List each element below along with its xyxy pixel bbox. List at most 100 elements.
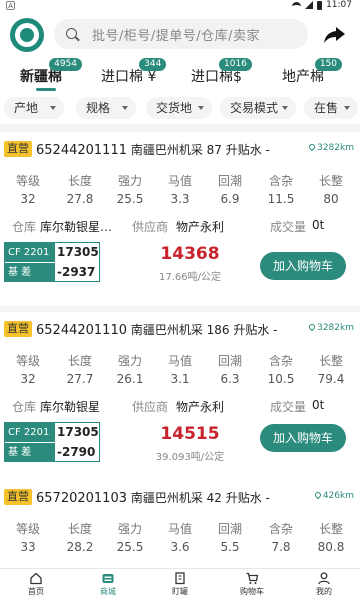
metric-label: 强力: [117, 522, 142, 536]
app-screen: A 11:07 批号/柜号/提单号/仓库/卖家 新疆棉 4954 进口棉 ¥ 3…: [0, 0, 360, 600]
contract-label: CF 2201: [5, 423, 55, 442]
metric-label: 回潮: [217, 174, 242, 188]
metric-label: 强力: [117, 354, 142, 368]
share-icon[interactable]: [322, 22, 348, 48]
weight-per-unit: 39.093吨/公定: [155, 452, 225, 463]
metric-value: 7.8: [271, 540, 291, 554]
contract-value: 17305: [57, 245, 99, 259]
tab-label: 进口棉$: [191, 69, 242, 85]
add-to-cart-button[interactable]: 加入购物车: [260, 252, 346, 280]
battery-icon: [317, 0, 323, 10]
filter-on-sale[interactable]: 在售: [304, 97, 358, 119]
metric-moisture: 回潮 5.5: [204, 520, 256, 554]
metric-value: 27.7: [66, 372, 94, 386]
quality-metrics: 等级 32 长度 27.7 强力 26.1 马值 3.1 回潮 6.3 含杂 10.5 长整…: [0, 352, 360, 390]
contract-row: CF 2201 17305: [5, 243, 101, 262]
metric-label: 长度: [67, 174, 92, 188]
volume-label: 成交量: [270, 220, 307, 234]
price: 14368: [160, 244, 220, 264]
tab-domestic-cotton[interactable]: 地产棉 150: [282, 58, 342, 86]
supplier-value: 物产永利: [176, 220, 225, 234]
tab-count-badge: 344: [139, 58, 167, 71]
metric-micronaire: 马值 3.1: [154, 352, 206, 386]
filter-spec[interactable]: 规格: [76, 97, 136, 119]
app-notification-icon: A: [6, 1, 15, 10]
metric-trash: 含杂 11.5: [255, 172, 307, 206]
home-icon: [30, 572, 42, 585]
caret-down-icon: [344, 106, 350, 110]
nav-label: 商城: [100, 587, 116, 596]
listing-desc: 南疆巴州机采 186 升贴水 -: [130, 322, 278, 337]
basis-label: 基 差: [5, 443, 55, 462]
direct-sale-tag: 直营: [4, 141, 32, 157]
quality-metrics: 等级 32 长度 27.8 强力 25.5 马值 3.3 回潮 6.9 含杂 11.5 长整…: [0, 172, 360, 210]
nav-cart[interactable]: 购物车: [222, 571, 282, 597]
metric-label: 长度: [67, 522, 92, 536]
listing-info: 仓库 库尔勒银星… 供应商 物产永利 成交量 0t: [0, 218, 360, 234]
metric-value: 80: [323, 192, 339, 206]
filter-delivery[interactable]: 交货地: [146, 97, 212, 119]
distance-value: 3282km: [317, 323, 354, 333]
listing-title: 65244201110 南疆巴州机采 186 升贴水 -: [36, 321, 278, 338]
metric-label: 长整: [318, 522, 343, 536]
tab-imported-cotton-cny[interactable]: 进口棉 ¥ 344: [101, 58, 167, 86]
location-pin-icon: [313, 490, 323, 500]
mall-icon: [102, 574, 114, 583]
metric-strength: 强力 25.5: [104, 172, 156, 206]
nav-home[interactable]: 首页: [6, 571, 66, 597]
listing-title: 65720201103 南疆巴州机采 42 升贴水 -: [36, 489, 270, 506]
basis-label: 基 差: [5, 263, 55, 282]
metric-label: 含杂: [268, 174, 293, 188]
metric-grade: 等级 32: [2, 352, 54, 386]
supplier-label: 供应商: [132, 220, 169, 234]
signal-icon: [305, 1, 314, 9]
nav-mine[interactable]: 我的: [294, 571, 354, 597]
metric-length: 长度 27.8: [54, 172, 106, 206]
metric-moisture: 回潮 6.9: [204, 172, 256, 206]
filter-label: 规格: [86, 101, 111, 115]
lot-number: 65244201110: [36, 322, 127, 338]
metric-value: 32: [20, 372, 36, 386]
metric-label: 长整: [318, 174, 343, 188]
metric-trash: 含杂 7.8: [255, 520, 307, 554]
metric-label: 长整: [318, 354, 343, 368]
contract-value: 17305: [57, 425, 99, 439]
tab-xinjiang-cotton[interactable]: 新疆棉 4954: [20, 58, 82, 86]
caret-down-icon: [198, 106, 204, 110]
filter-label: 产地: [14, 101, 39, 115]
metric-value: 11.5: [267, 192, 295, 206]
listing-card[interactable]: 直营 65244201110 南疆巴州机采 186 升贴水 - 3282km 等…: [0, 312, 360, 486]
caret-down-icon: [282, 106, 288, 110]
search-input[interactable]: 批号/柜号/提单号/仓库/卖家: [54, 19, 308, 49]
card-header: 直营 65720201103 南疆巴州机采 42 升贴水 -: [4, 488, 270, 506]
metric-value: 6.3: [220, 372, 240, 386]
metric-trash: 含杂 10.5: [255, 352, 307, 386]
listing-card[interactable]: 直营 65244201111 南疆巴州机采 87 升贴水 - 3282km 等级…: [0, 132, 360, 306]
supplier-label: 供应商: [132, 400, 169, 414]
tab-label: 进口棉 ¥: [101, 69, 157, 85]
contract-label: CF 2201: [5, 243, 55, 262]
weight-per-unit: 17.66吨/公定: [159, 272, 221, 283]
metric-value: 3.1: [170, 372, 190, 386]
metric-value: 27.8: [66, 192, 94, 206]
nav-label: 盯罐: [172, 587, 188, 596]
person-icon: [318, 572, 330, 585]
filter-trade-mode[interactable]: 交易模式: [220, 97, 296, 119]
cart-icon: [246, 572, 259, 584]
nav-watch[interactable]: 盯罐: [150, 571, 210, 597]
add-to-cart-button[interactable]: 加入购物车: [260, 424, 346, 452]
metric-label: 马值: [167, 522, 192, 536]
distance-value: 426km: [322, 491, 354, 501]
listing-info: 仓库 库尔勒银星 供应商 物产永利 成交量 0t: [0, 398, 360, 414]
tab-imported-cotton-usd[interactable]: 进口棉$ 1016: [191, 58, 252, 86]
metric-value: 3.6: [170, 540, 190, 554]
warehouse-value: 库尔勒银星: [40, 400, 101, 414]
basis-row: 基 差 -2790: [5, 443, 101, 462]
listing-card[interactable]: 直营 65720201103 南疆巴州机采 42 升贴水 - 426km 等级 3…: [0, 480, 360, 580]
volume-value: 0t: [312, 218, 325, 232]
nav-mall[interactable]: 商城: [78, 571, 138, 597]
metric-grade: 等级 32: [2, 172, 54, 206]
metric-uniformity: 长整 80.8: [305, 520, 357, 554]
filter-origin[interactable]: 产地: [4, 97, 64, 119]
metric-label: 等级: [15, 354, 40, 368]
